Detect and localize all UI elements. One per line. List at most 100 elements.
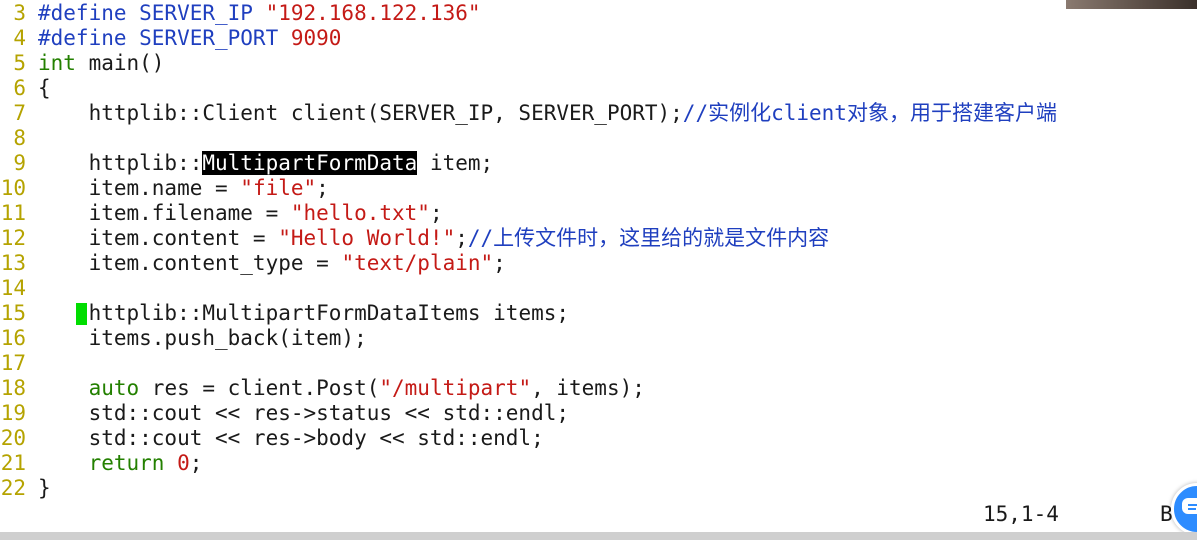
code-text: httplib::Client client(SERVER_IP, SERVER… — [38, 101, 1057, 126]
line-number: 17 — [0, 351, 26, 375]
code-line[interactable]: 8 — [0, 126, 1197, 151]
webcam-overlay — [1066, 0, 1197, 9]
code-text: std::cout << res->body << std::endl; — [38, 426, 544, 451]
code-line[interactable]: 9 httplib::MultipartFormData item; — [0, 151, 1197, 176]
code-line[interactable]: 21 return 0; — [0, 451, 1197, 476]
line-number: 11 — [0, 201, 26, 225]
code-token: httplib::Client client(SERVER_IP, SERVER… — [38, 101, 683, 125]
code-line[interactable]: 15 httplib::MultipartFormDataItems items… — [0, 301, 1197, 326]
code-text: #define SERVER_PORT 9090 — [38, 26, 341, 51]
code-token: //上传文件时，这里给的就是文件内容 — [467, 226, 830, 250]
line-number: 18 — [0, 376, 26, 400]
code-token: { — [38, 76, 51, 100]
code-token: return — [88, 451, 165, 475]
code-text: #define SERVER_IP "192.168.122.136" — [38, 1, 481, 26]
code-token: std::cout << res->status << std::endl; — [38, 401, 570, 425]
code-line[interactable]: 6{ — [0, 76, 1197, 101]
code-token: 9090 — [290, 26, 342, 50]
code-token: "Hello World!" — [278, 226, 456, 250]
code-token: #define SERVER_IP — [38, 1, 266, 25]
code-token: "/multipart" — [379, 376, 532, 400]
code-line[interactable]: 20 std::cout << res->body << std::endl; — [0, 426, 1197, 451]
code-line[interactable]: 13 item.content_type = "text/plain"; — [0, 251, 1197, 276]
code-text: item.name = "file"; — [38, 176, 329, 201]
line-number: 12 — [0, 226, 26, 250]
code-text: item.content_type = "text/plain"; — [38, 251, 506, 276]
text-cursor — [75, 303, 87, 325]
code-text: httplib::MultipartFormData item; — [38, 151, 493, 176]
code-token: res = client.Post( — [139, 376, 380, 400]
code-line[interactable]: 3 #define SERVER_IP "192.168.122.136" — [0, 1, 1197, 26]
code-token: "text/plain" — [341, 251, 494, 275]
line-number: 8 — [13, 126, 26, 150]
search-highlight: MultipartFormData — [202, 151, 418, 175]
code-line[interactable]: 7 httplib::Client client(SERVER_IP, SERV… — [0, 101, 1197, 126]
code-text: auto res = client.Post("/multipart", ite… — [38, 376, 645, 401]
code-token: } — [38, 476, 51, 500]
line-number: 16 — [0, 326, 26, 350]
code-text: { — [38, 76, 51, 101]
line-number: 14 — [0, 276, 26, 300]
code-token: std::cout << res->body << std::endl; — [38, 426, 544, 450]
code-line[interactable]: 4 #define SERVER_PORT 9090 — [0, 26, 1197, 51]
line-number: 3 — [13, 1, 26, 25]
line-number: 20 — [0, 426, 26, 450]
line-number: 10 — [0, 176, 26, 200]
code-line[interactable]: 19 std::cout << res->status << std::endl… — [0, 401, 1197, 426]
code-token: "file" — [240, 176, 317, 200]
code-token: "hello.txt" — [290, 201, 430, 225]
code-token: item.content = — [38, 226, 279, 250]
line-number: 6 — [13, 76, 26, 100]
code-text: return 0; — [38, 451, 203, 476]
code-token: //实例化client对象，用于搭建客户端 — [682, 101, 1057, 125]
code-line[interactable]: 14 — [0, 276, 1197, 301]
code-token: httplib:: — [38, 151, 203, 175]
line-number: 9 — [13, 151, 26, 175]
window-bottom-border — [0, 532, 1197, 540]
code-token: httplib::MultipartFormDataItems items; — [88, 301, 570, 325]
code-line[interactable]: 11 item.filename = "hello.txt"; — [0, 201, 1197, 226]
code-text: std::cout << res->status << std::endl; — [38, 401, 569, 426]
code-token: item.filename = — [38, 201, 291, 225]
code-line[interactable]: 10 item.name = "file"; — [0, 176, 1197, 201]
code-token: item.name = — [38, 176, 241, 200]
code-token: ; — [189, 451, 203, 475]
code-token: #define SERVER_PORT — [38, 26, 291, 50]
code-text: item.filename = "hello.txt"; — [38, 201, 443, 226]
line-number: 13 — [0, 251, 26, 275]
code-line[interactable]: 17 — [0, 351, 1197, 376]
code-token: main() — [75, 51, 165, 75]
chat-bubble-icon — [1182, 498, 1197, 514]
line-number: 7 — [13, 101, 26, 125]
code-text: int main() — [38, 51, 164, 76]
code-token: auto — [88, 376, 140, 400]
code-line[interactable]: 12 item.content = "Hello World!";//上传文件时… — [0, 226, 1197, 251]
cursor-position-indicator: 15,1-4 — [983, 502, 1059, 526]
line-number: 19 — [0, 401, 26, 425]
line-number: 5 — [13, 51, 26, 75]
code-editor[interactable]: 3 #define SERVER_IP "192.168.122.136" 4 #de… — [0, 0, 1197, 540]
line-number: 4 — [13, 26, 26, 50]
code-token: 0 — [177, 451, 190, 475]
code-token: items.push_back(item); — [38, 326, 367, 350]
code-line[interactable]: 22} — [0, 476, 1197, 501]
code-token: ; — [455, 226, 468, 250]
code-line[interactable]: 18 auto res = client.Post("/multipart", … — [0, 376, 1197, 401]
line-number: 15 — [0, 301, 26, 325]
code-text: item.content = "Hello World!";//上传文件时，这里… — [38, 226, 830, 251]
code-text: items.push_back(item); — [38, 326, 367, 351]
line-number: 21 — [0, 451, 26, 475]
code-token: ; — [316, 176, 329, 200]
code-line[interactable]: 16 items.push_back(item); — [0, 326, 1197, 351]
code-text: httplib::MultipartFormDataItems items; — [38, 301, 569, 326]
line-number: 22 — [0, 476, 26, 500]
code-line[interactable]: 5 int main() — [0, 51, 1197, 76]
code-token: , items); — [531, 376, 645, 400]
code-token: ; — [493, 251, 506, 275]
code-token: ; — [429, 201, 443, 225]
code-token: item.content_type = — [38, 251, 342, 275]
code-token: "192.168.122.136" — [265, 1, 481, 25]
